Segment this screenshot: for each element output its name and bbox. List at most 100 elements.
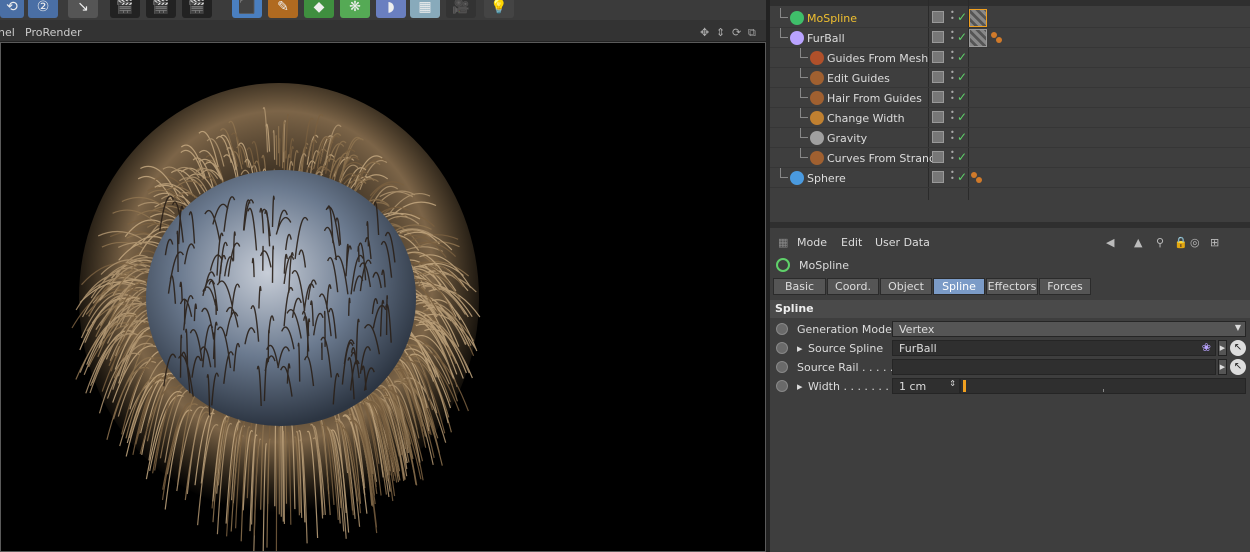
- object-row[interactable]: Gravity • • ✓: [770, 128, 1250, 148]
- render-view-icon[interactable]: 🎬: [110, 0, 140, 18]
- viewport-menu-panel[interactable]: nel: [0, 26, 15, 39]
- layer-icon[interactable]: [932, 11, 944, 23]
- layer-icon[interactable]: [932, 91, 944, 103]
- object-row[interactable]: MoSpline • • ✓: [770, 8, 1250, 28]
- animate-radio[interactable]: [776, 361, 788, 373]
- visibility-dots-icon[interactable]: • •: [950, 129, 956, 144]
- deformer-icon[interactable]: ◗: [376, 0, 406, 18]
- generation-mode-select[interactable]: Vertex ▼: [892, 321, 1246, 337]
- enabled-check-icon[interactable]: ✓: [957, 70, 967, 84]
- object-name[interactable]: Gravity: [827, 132, 867, 145]
- tab-forces[interactable]: Forces: [1039, 278, 1091, 295]
- object-row[interactable]: Edit Guides • • ✓: [770, 68, 1250, 88]
- zoom-view-icon[interactable]: ⇕: [716, 26, 725, 39]
- object-name[interactable]: Change Width: [827, 112, 905, 125]
- undo-icon[interactable]: ⟲: [0, 0, 24, 18]
- enabled-check-icon[interactable]: ✓: [957, 30, 967, 44]
- enabled-check-icon[interactable]: ✓: [957, 50, 967, 64]
- object-name[interactable]: MoSpline: [807, 12, 857, 25]
- source-rail-link[interactable]: [892, 359, 1216, 375]
- layer-icon[interactable]: [932, 51, 944, 63]
- expand-arrow-icon[interactable]: ▸: [797, 342, 803, 355]
- menu-user-data[interactable]: User Data: [875, 236, 930, 249]
- viewport-menu-prorender[interactable]: ProRender: [25, 26, 82, 39]
- object-name[interactable]: FurBall: [807, 32, 845, 45]
- visibility-dots-icon[interactable]: • •: [950, 69, 956, 84]
- object-row[interactable]: Change Width • • ✓: [770, 108, 1250, 128]
- hair-material-tag-icon[interactable]: [991, 32, 1005, 44]
- pick-icon[interactable]: ↖: [1230, 340, 1246, 356]
- object-name[interactable]: Edit Guides: [827, 72, 890, 85]
- 3d-viewport[interactable]: [0, 42, 766, 552]
- layer-icon[interactable]: [932, 131, 944, 143]
- hair-material-tag-icon[interactable]: [971, 172, 985, 184]
- source-spline-link[interactable]: FurBall ❀: [892, 340, 1216, 356]
- visibility-dots-icon[interactable]: • •: [950, 49, 956, 64]
- link-arrow-icon[interactable]: ▶: [1218, 359, 1227, 375]
- redo-icon[interactable]: ②: [28, 0, 58, 18]
- width-slider[interactable]: [960, 378, 1246, 394]
- visibility-dots-icon[interactable]: • •: [950, 29, 956, 44]
- layer-icon[interactable]: [932, 171, 944, 183]
- back-arrow-icon[interactable]: ◀: [1106, 236, 1114, 249]
- enabled-check-icon[interactable]: ✓: [957, 90, 967, 104]
- maximize-view-icon[interactable]: ⧉: [748, 26, 756, 40]
- object-row[interactable]: Guides From Mesh • • ✓: [770, 48, 1250, 68]
- up-arrow-icon[interactable]: ▲: [1134, 236, 1142, 249]
- spline-pen-icon[interactable]: ✎: [268, 0, 298, 18]
- animate-radio[interactable]: [776, 342, 788, 354]
- visibility-dots-icon[interactable]: • •: [950, 169, 956, 184]
- pick-icon[interactable]: ↖: [1230, 359, 1246, 375]
- tag-icon[interactable]: [969, 9, 987, 27]
- object-row[interactable]: Hair From Guides • • ✓: [770, 88, 1250, 108]
- tab-effectors[interactable]: Effectors: [986, 278, 1038, 295]
- light-icon[interactable]: 💡: [484, 0, 514, 18]
- object-name[interactable]: Curves From Strands: [827, 152, 942, 165]
- subdivision-icon[interactable]: ◆: [304, 0, 334, 18]
- object-name[interactable]: Guides From Mesh: [827, 52, 928, 65]
- search-icon[interactable]: ⚲: [1156, 236, 1164, 249]
- layer-icon[interactable]: [932, 151, 944, 163]
- enabled-check-icon[interactable]: ✓: [957, 130, 967, 144]
- menu-edit[interactable]: Edit: [841, 236, 862, 249]
- render-settings-icon[interactable]: 🎬: [182, 0, 212, 18]
- layer-icon[interactable]: [932, 111, 944, 123]
- lock-icon[interactable]: 🔒: [1174, 236, 1188, 249]
- tab-spline[interactable]: Spline: [933, 278, 985, 295]
- layer-icon[interactable]: [932, 31, 944, 43]
- select-icon[interactable]: ↘: [68, 0, 98, 18]
- expand-arrow-icon[interactable]: ▸: [797, 380, 803, 393]
- cloner-icon[interactable]: ❋: [340, 0, 370, 18]
- menu-mode[interactable]: Mode: [797, 236, 827, 249]
- stepper-icon[interactable]: ⇕: [949, 379, 956, 388]
- tab-coord[interactable]: Coord.: [827, 278, 879, 295]
- object-name[interactable]: Sphere: [807, 172, 846, 185]
- object-row[interactable]: Curves From Strands • • ✓: [770, 148, 1250, 168]
- link-arrow-icon[interactable]: ▶: [1218, 340, 1227, 356]
- tag-icon[interactable]: [969, 29, 987, 47]
- animate-radio[interactable]: [776, 380, 788, 392]
- tab-basic[interactable]: Basic: [773, 278, 826, 295]
- object-name[interactable]: Hair From Guides: [827, 92, 922, 105]
- enabled-check-icon[interactable]: ✓: [957, 10, 967, 24]
- visibility-dots-icon[interactable]: • •: [950, 9, 956, 24]
- visibility-dots-icon[interactable]: • •: [950, 89, 956, 104]
- enabled-check-icon[interactable]: ✓: [957, 170, 967, 184]
- rotate-view-icon[interactable]: ⟳: [732, 26, 741, 39]
- move-view-icon[interactable]: ✥: [700, 26, 709, 39]
- width-input[interactable]: 1 cm ⇕: [892, 378, 960, 394]
- object-row[interactable]: FurBall • • ✓: [770, 28, 1250, 48]
- object-row[interactable]: Sphere • • ✓: [770, 168, 1250, 188]
- cube-icon[interactable]: ⬛: [232, 0, 262, 18]
- new-panel-icon[interactable]: ⊞: [1210, 236, 1219, 249]
- enabled-check-icon[interactable]: ✓: [957, 110, 967, 124]
- camera-icon[interactable]: 🎥: [446, 0, 476, 18]
- floor-icon[interactable]: ▦: [410, 0, 440, 18]
- animate-radio[interactable]: [776, 323, 788, 335]
- tab-object[interactable]: Object: [880, 278, 932, 295]
- visibility-dots-icon[interactable]: • •: [950, 149, 956, 164]
- layer-icon[interactable]: [932, 71, 944, 83]
- target-icon[interactable]: ◎: [1190, 236, 1200, 249]
- enabled-check-icon[interactable]: ✓: [957, 150, 967, 164]
- visibility-dots-icon[interactable]: • •: [950, 109, 956, 124]
